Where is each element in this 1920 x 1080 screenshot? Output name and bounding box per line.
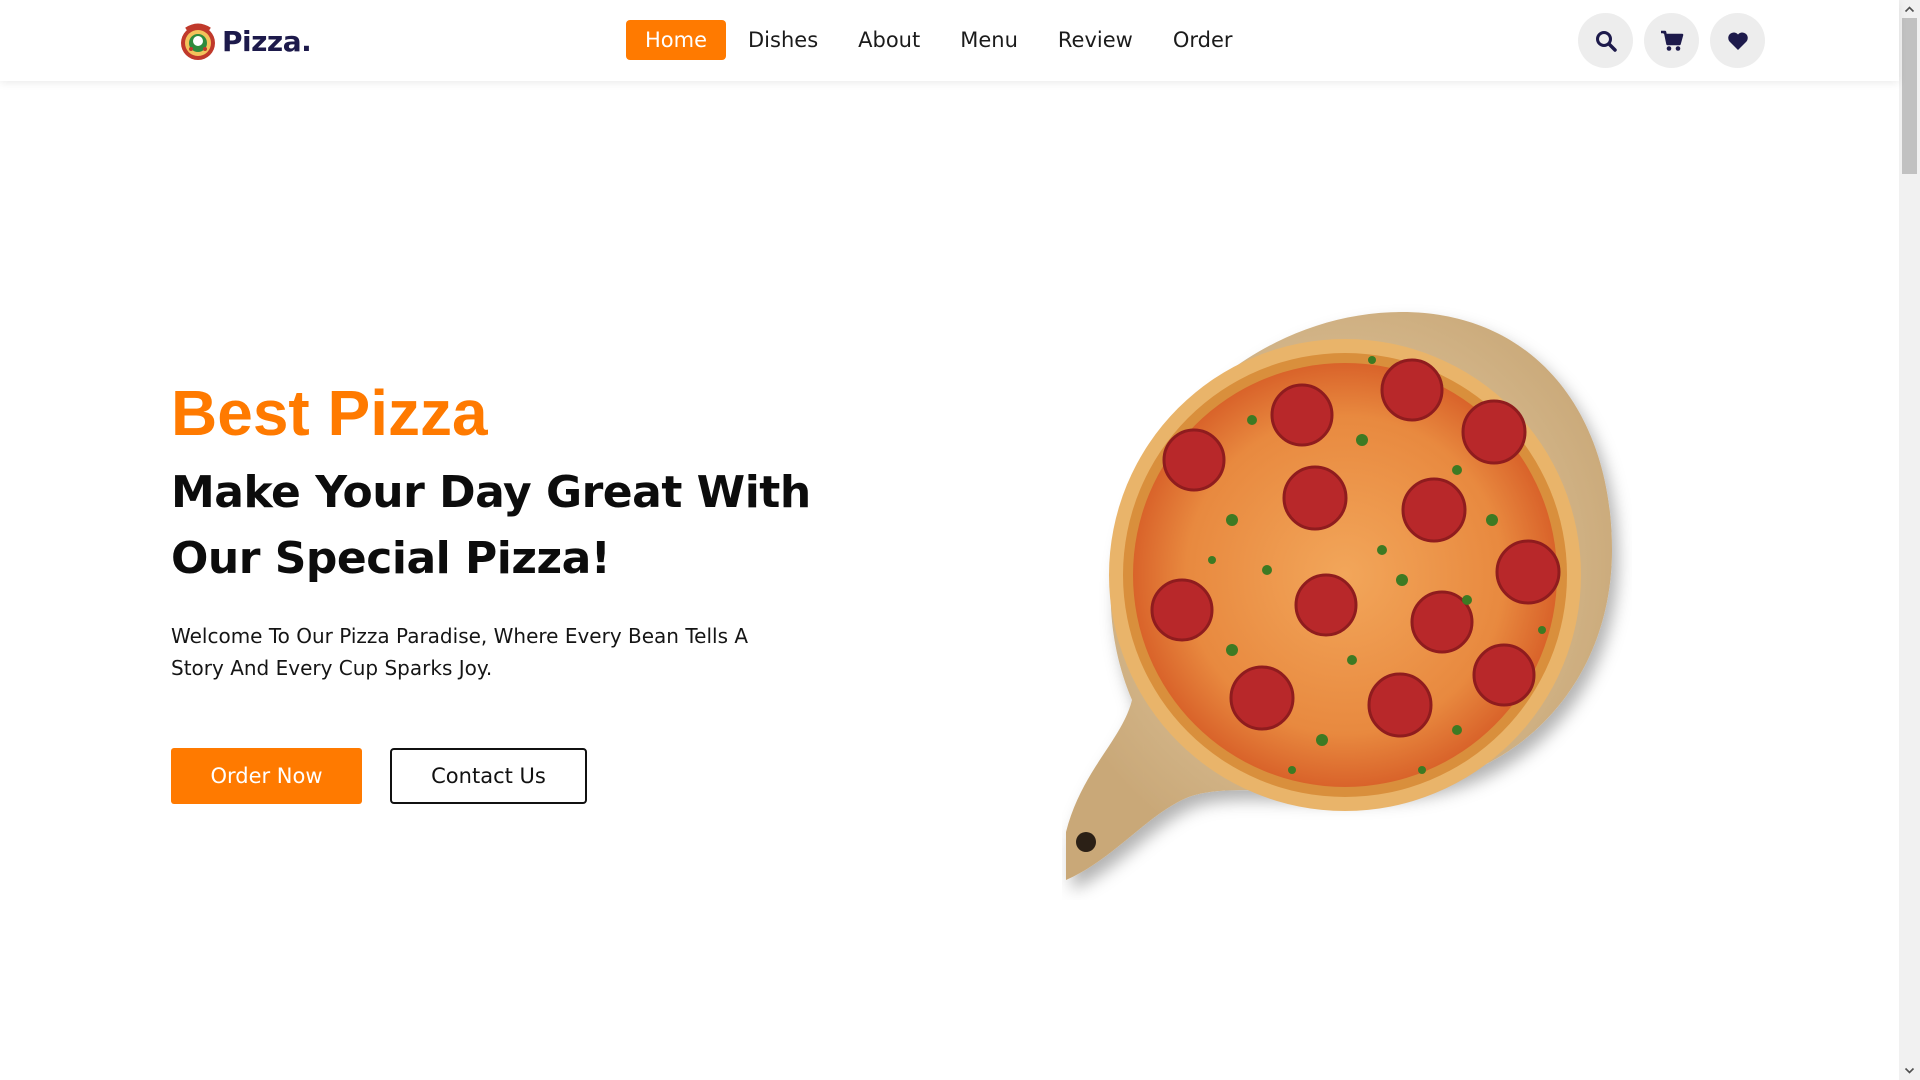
order-now-button[interactable]: Order Now — [171, 748, 362, 804]
hero-subtitle: Best Pizza — [171, 377, 488, 449]
nav-home[interactable]: Home — [626, 20, 727, 60]
nav-menu[interactable]: Menu — [940, 20, 1038, 60]
logo[interactable]: Pizza. — [176, 18, 312, 64]
search-icon — [1595, 30, 1617, 52]
site-header: Pizza. Home Dishes About Menu Review Ord… — [0, 0, 1899, 81]
logo-text: Pizza. — [222, 24, 312, 58]
pizza-image — [1066, 312, 1612, 880]
cart-button[interactable] — [1644, 13, 1699, 68]
search-button[interactable] — [1578, 13, 1633, 68]
cart-icon — [1660, 30, 1683, 51]
hero-description: Welcome To Our Pizza Paradise, Where Eve… — [171, 624, 749, 680]
contact-us-button[interactable]: Contact Us — [390, 748, 587, 804]
scroll-down-arrow-icon[interactable] — [1904, 1065, 1915, 1076]
heart-icon — [1727, 31, 1748, 50]
hero-title: Make Your Day Great With Our Special Piz… — [171, 467, 811, 584]
scroll-up-arrow-icon[interactable] — [1904, 4, 1915, 15]
nav-review[interactable]: Review — [1038, 20, 1153, 60]
scrollbar-thumb[interactable] — [1902, 18, 1917, 174]
nav-order[interactable]: Order — [1153, 20, 1253, 60]
nav-about[interactable]: About — [838, 20, 940, 60]
nav-dishes[interactable]: Dishes — [728, 20, 838, 60]
vertical-scrollbar[interactable] — [1899, 0, 1920, 1080]
main-nav: Home Dishes About Menu Review Order — [626, 20, 1253, 60]
pizza-logo-icon — [181, 23, 215, 60]
wishlist-button[interactable] — [1710, 13, 1765, 68]
header-icons — [1578, 13, 1765, 68]
